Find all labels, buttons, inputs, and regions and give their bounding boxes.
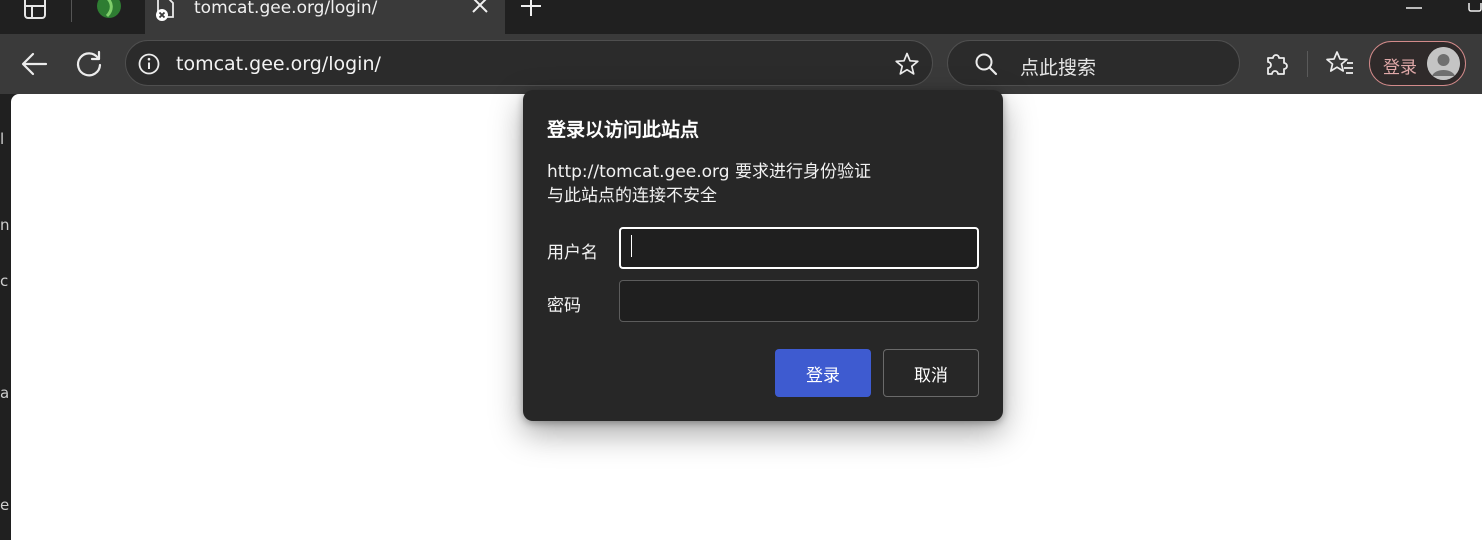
auth-dialog: 登录以访问此站点 http://tomcat.gee.org 要求进行身份验证 …	[523, 90, 1003, 421]
edge-text-fragment: c	[0, 272, 9, 290]
login-button[interactable]: 登录	[775, 349, 871, 397]
search-icon	[974, 52, 998, 76]
restore-icon[interactable]	[1468, 0, 1482, 12]
toolbar-divider	[1307, 51, 1308, 77]
browser-toolbar: tomcat.gee.org/login/ 点此搜索 登录	[0, 34, 1482, 94]
background-window-edge: l n c a e	[0, 94, 11, 540]
insecure-connection-text: 与此站点的连接不安全	[547, 186, 717, 206]
favorite-star-icon[interactable]	[894, 51, 920, 77]
search-box[interactable]: 点此搜索	[947, 40, 1240, 86]
tab-divider	[71, 0, 72, 22]
text-caret	[631, 235, 632, 257]
edge-text-fragment: e	[0, 496, 10, 514]
password-label: 密码	[547, 296, 581, 316]
dialog-title: 登录以访问此站点	[547, 119, 700, 141]
auth-required-text: http://tomcat.gee.org 要求进行身份验证	[547, 162, 871, 182]
refresh-icon[interactable]	[74, 49, 104, 79]
minimize-icon[interactable]	[1404, 0, 1424, 10]
new-tab-icon[interactable]	[518, 0, 544, 22]
password-input[interactable]	[619, 280, 979, 322]
back-arrow-icon[interactable]	[20, 49, 50, 79]
extensions-icon[interactable]	[1262, 49, 1292, 79]
address-bar[interactable]: tomcat.gee.org/login/	[125, 40, 933, 86]
username-input[interactable]	[619, 227, 979, 269]
tab-strip: tomcat.gee.org/login/	[0, 0, 1482, 34]
edge-text-fragment: n	[0, 216, 10, 234]
avatar-icon	[1427, 47, 1460, 80]
tab-title: tomcat.gee.org/login/	[194, 0, 378, 18]
profile-sign-in-label: 登录	[1383, 58, 1417, 78]
profile-sign-in-button[interactable]: 登录	[1369, 41, 1466, 86]
username-label: 用户名	[547, 243, 598, 263]
active-tab[interactable]: tomcat.gee.org/login/	[145, 0, 505, 34]
insecure-page-icon	[155, 0, 177, 22]
tab-actions-icon[interactable]	[22, 0, 48, 22]
cancel-button[interactable]: 取消	[883, 349, 979, 397]
edge-text-fragment: a	[0, 384, 10, 402]
url-text[interactable]: tomcat.gee.org/login/	[176, 53, 381, 75]
site-info-icon[interactable]	[137, 52, 161, 76]
search-placeholder: 点此搜索	[1020, 57, 1097, 79]
favorites-icon[interactable]	[1325, 49, 1355, 79]
close-tab-icon[interactable]	[469, 0, 491, 20]
edge-text-fragment: l	[0, 130, 5, 148]
pinned-tab[interactable]	[95, 0, 123, 22]
